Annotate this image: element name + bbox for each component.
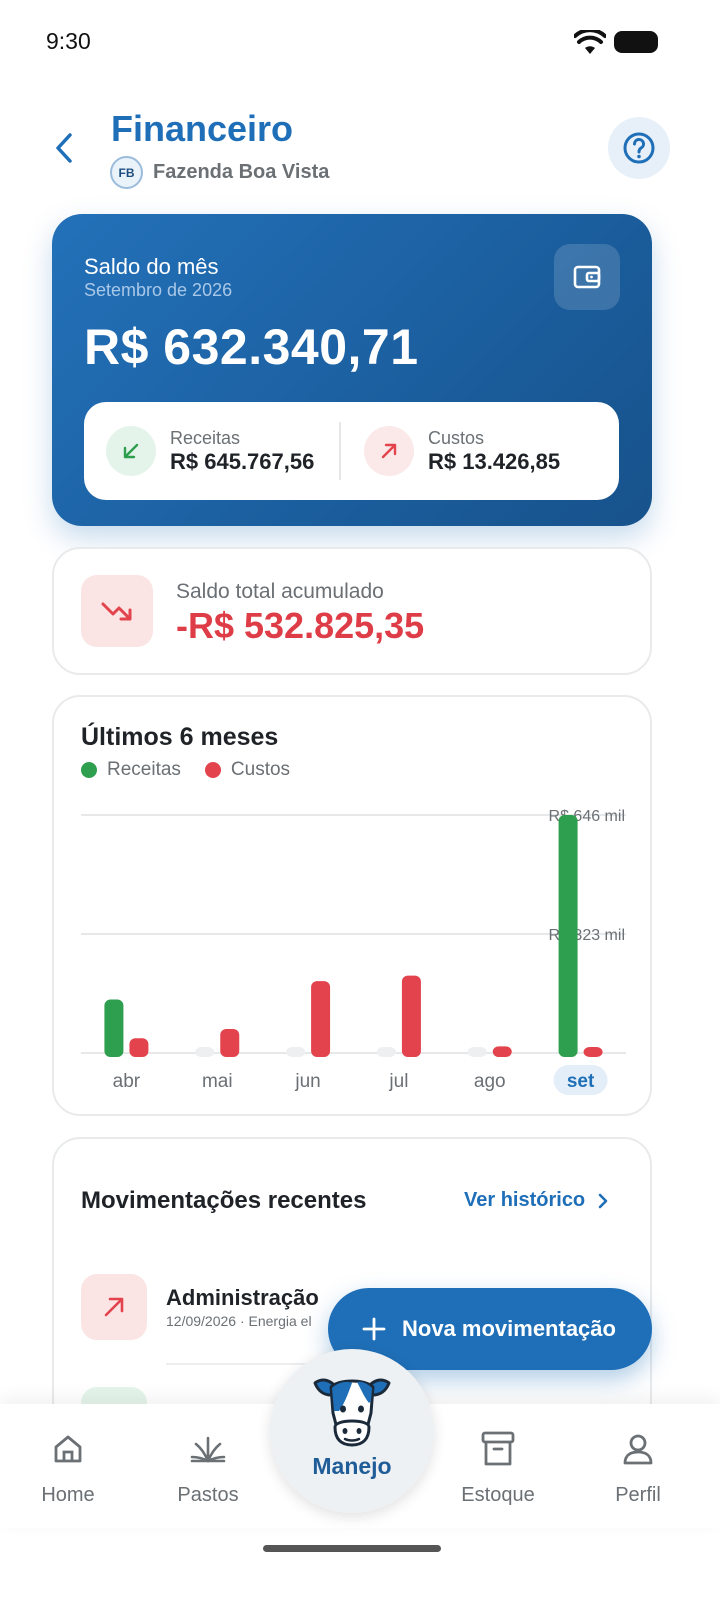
bar-custos-set[interactable] <box>583 1047 603 1057</box>
new-movement-label: Nova movimentação <box>402 1316 616 1341</box>
bar-receitas-abr[interactable] <box>104 999 124 1057</box>
arrow-down-left-icon <box>123 443 139 459</box>
status-time: 9:30 <box>46 28 91 54</box>
movement-title[interactable]: Administração <box>166 1285 319 1311</box>
x-tick-label-jun[interactable]: jun <box>294 1071 320 1092</box>
balance-amount: R$ 632.340,71 <box>84 319 419 375</box>
back-icon <box>56 133 72 163</box>
cost-icon-wrap <box>364 426 414 476</box>
wallet-button[interactable] <box>554 244 620 310</box>
income-summary: Receitas R$ 645.767,56 <box>106 402 314 500</box>
nav-perfil-label: Perfil <box>615 1484 661 1506</box>
monthly-balance-card: Saldo do mês Setembro de 2026 R$ 632.340… <box>52 214 652 526</box>
bar-receitas-set[interactable] <box>558 815 578 1057</box>
status-bar: 9:30 <box>0 0 720 90</box>
nav-perfil[interactable]: Perfil <box>578 1404 698 1528</box>
farm-selector[interactable]: FB Fazenda Boa Vista <box>110 156 329 189</box>
bar-custos-mai[interactable] <box>220 1029 240 1057</box>
x-tick-label-jul[interactable]: jul <box>388 1071 408 1092</box>
trend-icon-wrap <box>81 575 153 647</box>
view-history-link[interactable]: Ver histórico <box>464 1189 609 1212</box>
nav-estoque[interactable]: Estoque <box>438 1404 558 1528</box>
nav-pastos-label: Pastos <box>177 1484 239 1506</box>
wallet-icon <box>573 265 601 289</box>
trending-down-icon <box>101 602 132 621</box>
income-label: Receitas <box>170 427 241 448</box>
bar-custos-abr[interactable] <box>129 1038 149 1057</box>
farm-name: Fazenda Boa Vista <box>153 161 330 183</box>
nav-home[interactable]: Home <box>8 1404 128 1528</box>
arrow-up-right-icon <box>381 443 397 459</box>
accumulated-balance-card: Saldo total acumulado -R$ 532.825,35 <box>52 547 652 675</box>
bar-receitas-ago[interactable] <box>467 1047 487 1057</box>
nav-pastos[interactable]: Pastos <box>148 1404 268 1528</box>
x-tick-label-mai[interactable]: mai <box>202 1071 233 1092</box>
plus-icon <box>362 1317 386 1341</box>
balance-period: Setembro de 2026 <box>84 280 233 300</box>
user-icon <box>619 1430 657 1468</box>
x-tick-label-ago[interactable]: ago <box>474 1071 506 1092</box>
chevron-right-icon <box>598 1193 608 1208</box>
pastos-icon <box>189 1430 227 1468</box>
bar-custos-ago[interactable] <box>492 1046 512 1057</box>
movement-subtitle: 12/09/2026 · Energia el <box>166 1313 312 1329</box>
accumulated-label: Saldo total acumulado <box>176 580 384 603</box>
cost-value: R$ 13.426,85 <box>428 448 561 474</box>
balance-label: Saldo do mês <box>84 254 219 279</box>
bar-custos-jun[interactable] <box>311 981 331 1057</box>
nav-manejo[interactable]: Manejo <box>270 1349 434 1513</box>
recent-title: Movimentações recentes <box>81 1187 367 1214</box>
archive-icon <box>479 1430 517 1468</box>
income-value: R$ 645.767,56 <box>170 448 315 474</box>
wifi-icon <box>574 30 606 54</box>
bar-receitas-mai[interactable] <box>195 1047 215 1057</box>
income-cost-summary: Receitas R$ 645.767,56 Custos R$ 13.426,… <box>84 402 619 500</box>
page-title: Financeiro <box>111 108 294 149</box>
accumulated-amount: -R$ 532.825,35 <box>176 605 425 646</box>
bar-custos-jul[interactable] <box>401 975 421 1057</box>
battery-icon <box>614 31 658 53</box>
income-icon-wrap <box>106 426 156 476</box>
x-tick-label-abr[interactable]: abr <box>113 1071 141 1092</box>
cost-label: Custos <box>428 427 485 448</box>
farm-avatar: FB <box>110 156 143 189</box>
view-history-label: Ver histórico <box>464 1189 586 1211</box>
home-icon <box>49 1430 87 1468</box>
arrow-up-right-icon <box>104 1297 124 1317</box>
movement-icon-wrap <box>81 1274 147 1340</box>
summary-divider <box>339 422 341 480</box>
bar-receitas-jul[interactable] <box>376 1047 396 1057</box>
help-button[interactable] <box>608 117 670 179</box>
home-indicator <box>263 1545 441 1552</box>
back-button[interactable] <box>44 126 84 170</box>
nav-home-label: Home <box>41 1484 95 1506</box>
bar-chart: abr mai jun jul ago setR$ 646 milR$ 323 mil <box>81 808 626 1095</box>
x-tick-label-set[interactable]: set <box>567 1071 595 1092</box>
cow-icon <box>313 1378 391 1447</box>
cost-summary: Custos R$ 13.426,85 <box>364 402 560 500</box>
chart-card: Últimos 6 meses Receitas Custos abr mai ju… <box>52 695 652 1116</box>
nav-manejo-label: Manejo <box>312 1453 392 1479</box>
help-icon <box>623 132 655 164</box>
bar-receitas-jun[interactable] <box>286 1047 306 1057</box>
nav-estoque-label: Estoque <box>461 1484 535 1506</box>
